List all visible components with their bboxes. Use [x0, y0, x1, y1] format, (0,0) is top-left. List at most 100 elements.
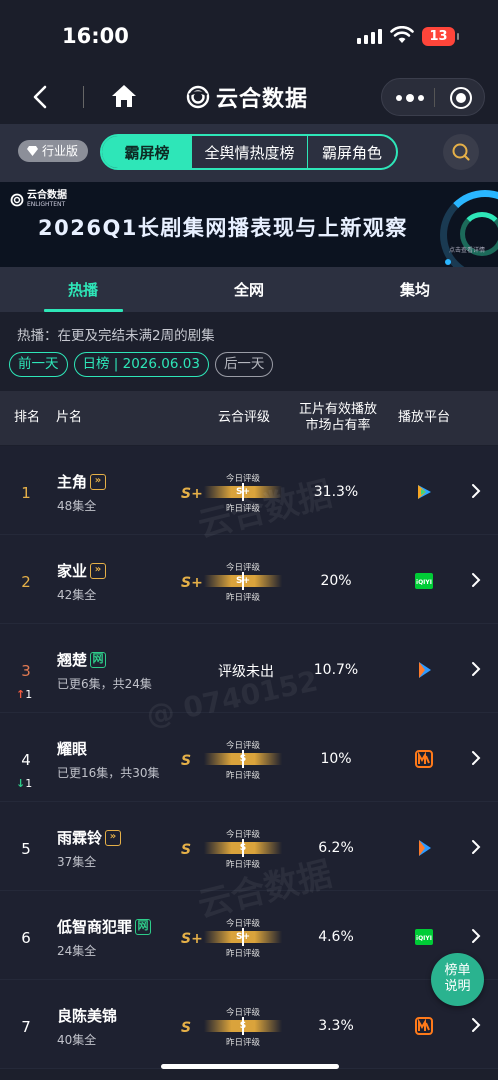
drama-name[interactable]: 主角	[57, 471, 87, 492]
grade-value: S	[181, 1020, 192, 1036]
ranking-list: 1 主角» 48集全 S+ 今日评级 S+ 昨日评级 31.3% 2 家业» 42集全 S+ …	[0, 446, 498, 1069]
grade-yesterday-label: 昨日评级	[225, 771, 260, 781]
row-rank: 4	[21, 751, 31, 769]
row-rank: 5	[21, 840, 31, 858]
chevron-right-icon[interactable]	[470, 928, 482, 944]
search-button[interactable]	[443, 134, 479, 170]
table-row[interactable]: 7 良陈美锦 40集全 S 今日评级 S 昨日评级 3.3%	[0, 980, 498, 1069]
table-header: 排名 片名 云合评级 正片有效播放 市场占有率 播放平台	[0, 391, 498, 445]
sub-tabs: 热播 全网 集均	[0, 267, 498, 312]
mango-icon	[414, 749, 434, 769]
header-share-line2: 市场占有率	[305, 418, 371, 433]
banner-logo-icon	[10, 193, 24, 206]
drama-name[interactable]: 良陈美锦	[57, 1005, 117, 1026]
svg-text:iQIYI: iQIYI	[416, 935, 432, 942]
chevron-right-icon[interactable]	[470, 1017, 482, 1033]
close-target-icon[interactable]	[450, 87, 472, 109]
drama-name[interactable]: 家业	[57, 560, 87, 581]
nav-bar: 云合数据	[0, 72, 498, 124]
exclusive-badge-icon: »	[105, 829, 122, 846]
subtab-hot[interactable]: 热播	[68, 279, 98, 300]
help-line1: 榜单	[444, 963, 471, 978]
date-selector[interactable]: 日榜 | 2026.06.03	[73, 352, 209, 377]
market-share: 4.6%	[318, 929, 354, 945]
grade-comparison: 今日评级 S 昨日评级	[204, 1006, 282, 1048]
help-line2: 说明	[444, 979, 471, 994]
more-icon[interactable]	[396, 94, 424, 102]
brand-title: 云合数据	[186, 81, 308, 113]
tab-bapingbang[interactable]: 霸屏榜	[102, 136, 192, 168]
prev-day-button[interactable]: 前一天	[9, 352, 68, 377]
chevron-right-icon[interactable]	[470, 661, 482, 677]
grade-bar-label: S+	[235, 932, 251, 942]
grade-yesterday-label: 昨日评级	[225, 1038, 260, 1048]
ranking-type-tabs: 霸屏榜 全舆情热度榜 霸屏角色	[100, 134, 398, 170]
market-share: 20%	[320, 573, 352, 589]
rank-change-value: 1	[25, 688, 33, 701]
chevron-right-icon[interactable]	[470, 750, 482, 766]
row-title: 良陈美锦	[57, 1005, 117, 1026]
promo-banner[interactable]: 云合数据 ENLIGHTENT 2026Q1长剧集网播表现与上新观察 点击查看详情	[0, 182, 498, 267]
row-episodes: 37集全	[57, 855, 97, 869]
drama-name[interactable]: 雨霖铃	[57, 827, 102, 848]
battery-icon: 13	[422, 27, 459, 46]
grade-bar-label: S	[239, 754, 247, 764]
table-row[interactable]: 2 家业» 42集全 S+ 今日评级 S+ 昨日评级 20% iQIYI	[0, 535, 498, 624]
brand-name: 云合数据	[216, 87, 309, 112]
market-share: 31.3%	[313, 484, 359, 500]
status-time: 16:00	[62, 24, 129, 48]
mini-program-capsule	[381, 78, 485, 116]
grade-comparison: 今日评级 S 昨日评级	[204, 828, 282, 870]
grade-yesterday-label: 昨日评级	[225, 860, 260, 870]
header-rank: 排名	[14, 410, 41, 425]
industry-label: 行业版	[42, 144, 79, 158]
table-row[interactable]: 6 低智商犯罪网 24集全 S+ 今日评级 S+ 昨日评级 4.6% iQIYI	[0, 891, 498, 980]
table-row[interactable]: 3 ↑1 翘楚网已更6集，共24集 评级未出 10.7%	[0, 624, 498, 713]
date-navigation: 前一天 日榜 | 2026.06.03 后一天	[9, 352, 274, 377]
rank-down-arrow-icon: ↓	[16, 777, 26, 790]
table-row[interactable]: 4 ↓1 耀眼 已更16集，共30集 S 今日评级 S 昨日评级 10%	[0, 713, 498, 802]
row-episodes: 已更6集，共24集	[57, 677, 152, 691]
top-tabs-row: 行业版 霸屏榜 全舆情热度榜 霸屏角色	[0, 124, 498, 182]
grade-value: S	[181, 753, 192, 769]
drama-name[interactable]: 耀眼	[57, 738, 87, 759]
row-title: 翘楚网	[57, 649, 107, 670]
ranking-help-button[interactable]: 榜单 说明	[431, 953, 484, 1006]
grade-comparison: 今日评级 S+ 昨日评级	[204, 561, 282, 603]
home-icon[interactable]	[110, 83, 138, 109]
tab-quanyuqing[interactable]: 全舆情热度榜	[192, 136, 308, 168]
status-bar: 16:00 13	[0, 0, 498, 72]
drama-name[interactable]: 低智商犯罪	[57, 916, 132, 937]
row-title: 主角»	[57, 471, 107, 492]
table-row[interactable]: 1 主角» 48集全 S+ 今日评级 S+ 昨日评级 31.3%	[0, 446, 498, 535]
industry-edition-badge[interactable]: 行业版	[18, 140, 88, 162]
row-rank: 7	[21, 1018, 31, 1036]
header-grade: 云合评级	[218, 410, 271, 425]
rank-change: ↓1	[16, 777, 32, 790]
svg-text:iQIYI: iQIYI	[416, 579, 432, 586]
back-icon[interactable]	[30, 84, 52, 110]
tab-bapingjuese[interactable]: 霸屏角色	[308, 136, 396, 168]
chevron-right-icon[interactable]	[470, 572, 482, 588]
chevron-right-icon[interactable]	[470, 839, 482, 855]
hot-definition-text: 热播：在更及完结未满2周的剧集	[17, 328, 215, 344]
banner-dot	[445, 259, 451, 265]
table-row[interactable]: 5 雨霖铃» 37集全 S 今日评级 S 昨日评级 6.2%	[0, 802, 498, 891]
row-title: 低智商犯罪网	[57, 916, 152, 937]
nav-divider	[83, 86, 84, 108]
grade-comparison: 今日评级 S+ 昨日评级	[204, 917, 282, 959]
next-day-button[interactable]: 后一天	[214, 352, 274, 377]
drama-name[interactable]: 翘楚	[57, 649, 87, 670]
home-indicator	[161, 1064, 339, 1069]
youku-icon	[414, 660, 434, 680]
row-rank: 2	[21, 573, 31, 591]
chevron-right-icon[interactable]	[470, 483, 482, 499]
subtab-avg[interactable]: 集均	[400, 279, 430, 300]
header-title: 片名	[56, 410, 83, 425]
grade-value: S+	[181, 931, 203, 947]
subtab-all[interactable]: 全网	[234, 279, 264, 300]
grade-bar-label: S+	[235, 576, 251, 586]
row-episodes: 48集全	[57, 499, 97, 513]
row-rank: 3	[21, 662, 31, 680]
grade-value: S+	[181, 575, 203, 591]
